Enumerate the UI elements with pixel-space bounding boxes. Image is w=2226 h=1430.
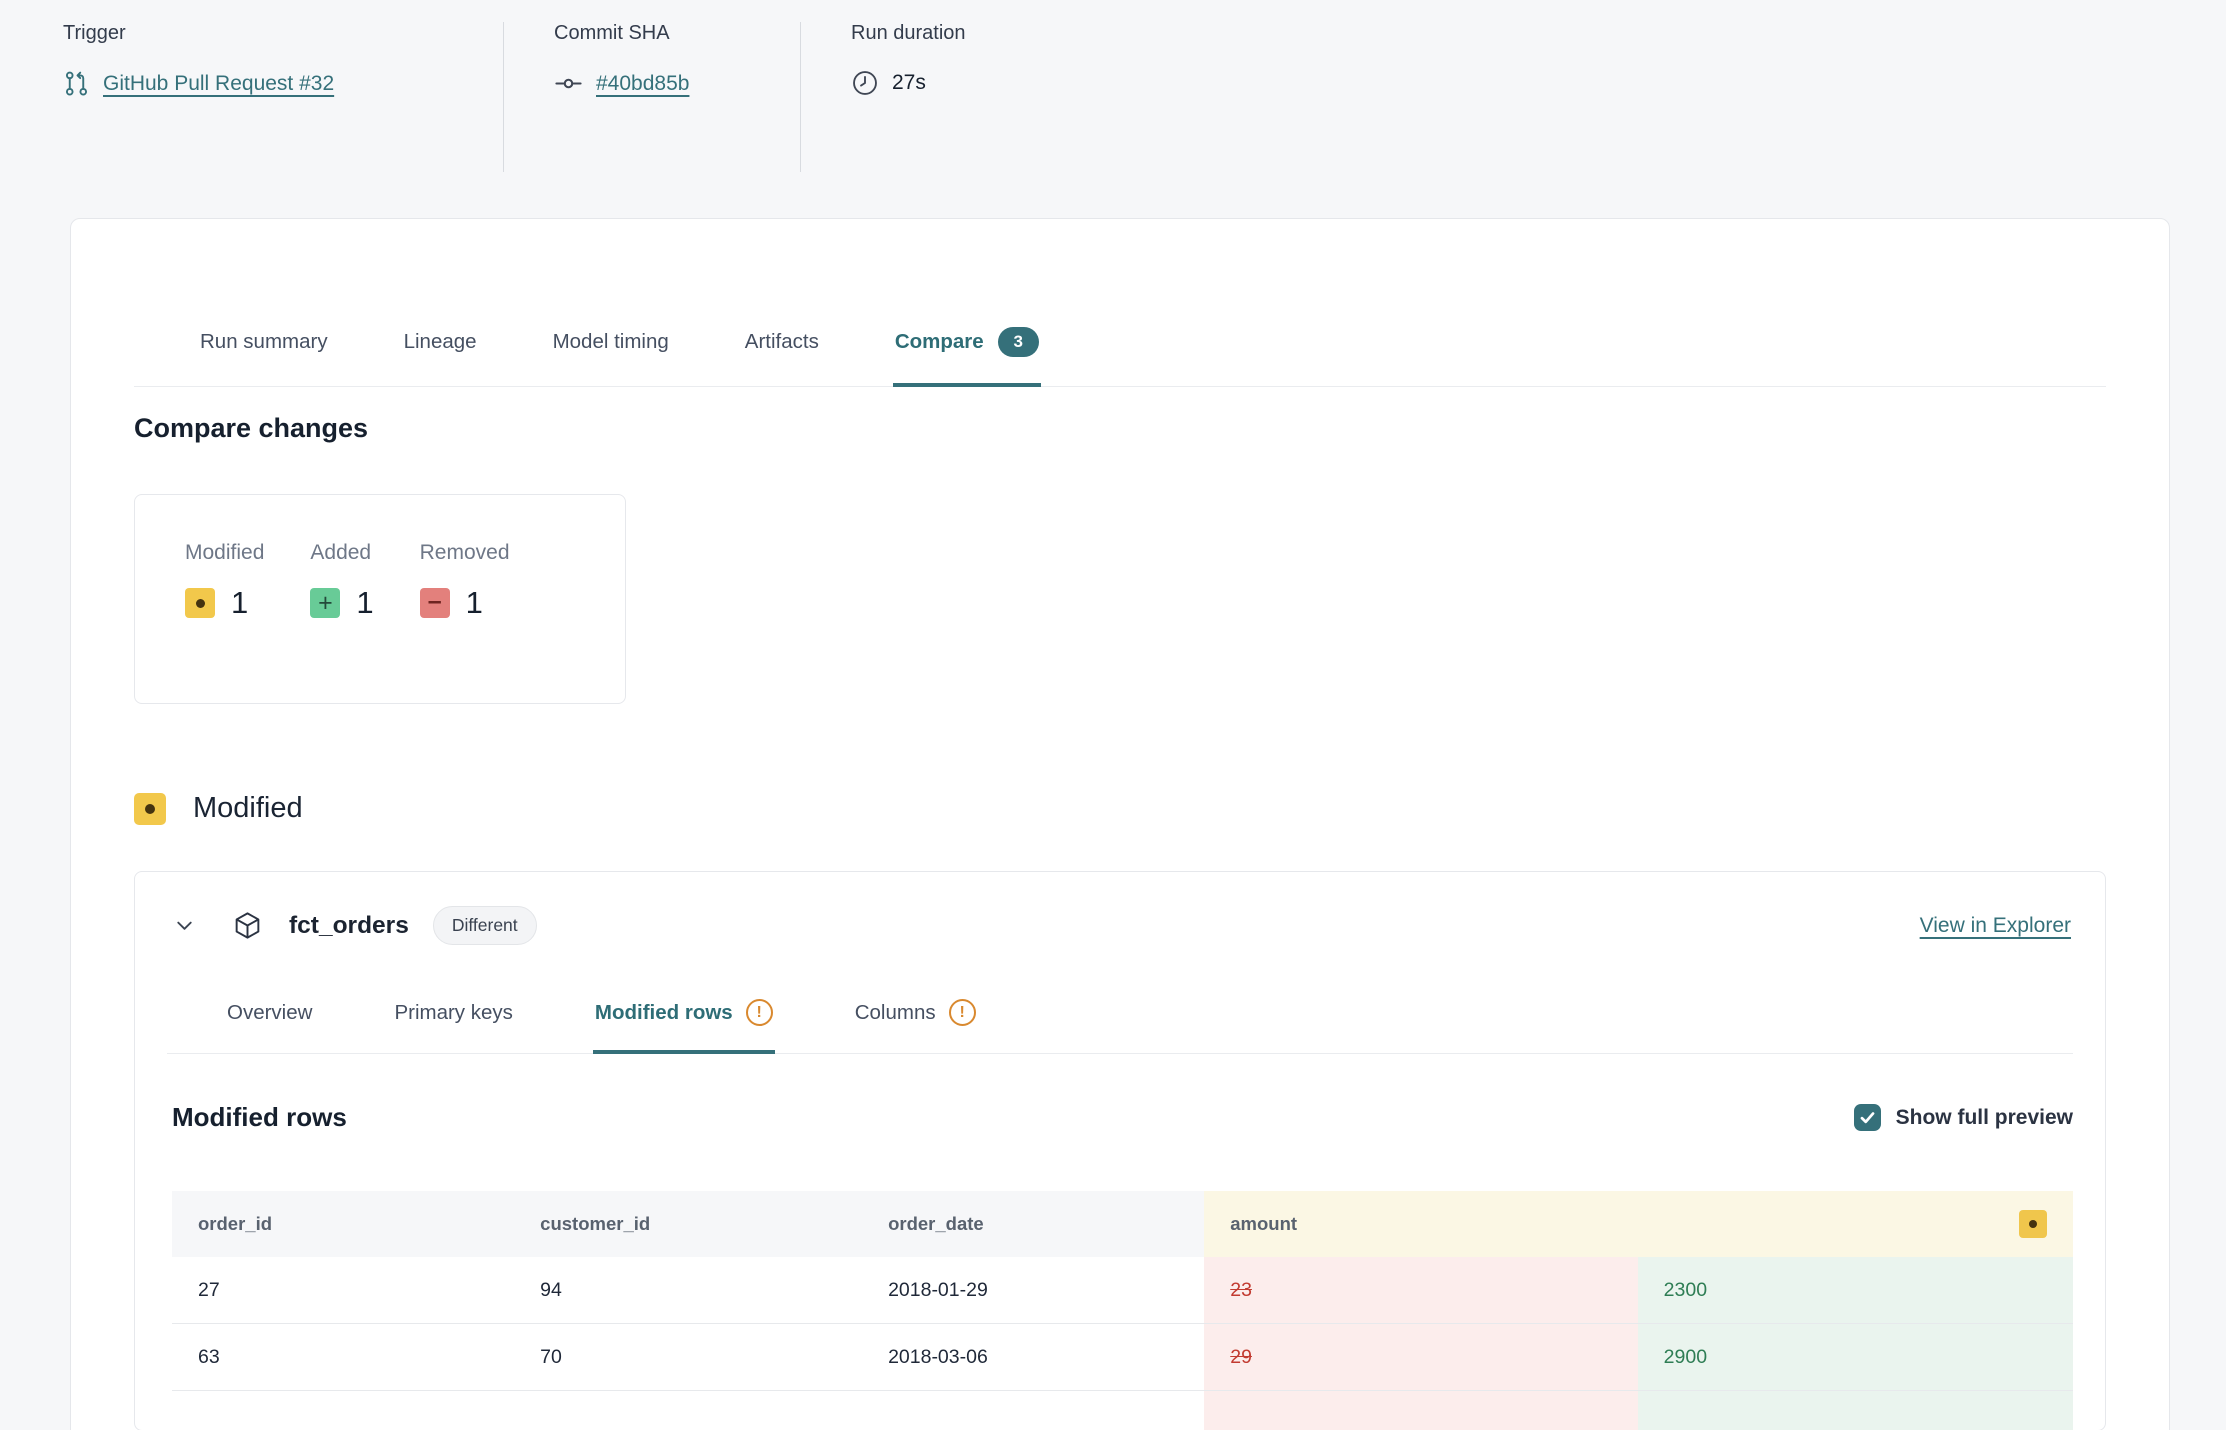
table-cell: 70 [514,1324,862,1391]
table-cell-old-value [1204,1391,1637,1430]
stat-modified: Modified 1 [185,541,264,703]
table-cell-new-value: 2300 [1638,1257,2073,1324]
compare-count-badge: 3 [998,327,1039,357]
stat-removed: Removed – 1 [420,541,510,703]
compare-changes-title: Compare changes [134,413,2106,444]
model-cube-icon [232,910,263,941]
compare-summary-card: Modified 1 Added + 1 Removed – 1 [134,494,626,704]
table-cell [172,1391,514,1430]
trigger-label: Trigger [63,22,455,45]
modified-rows-title: Modified rows [172,1102,347,1133]
modified-icon [185,588,215,618]
table-cell-new-value [1638,1391,2073,1430]
warning-icon: ! [949,999,976,1026]
modified-rows-table: order_id customer_id order_date amount 2… [172,1191,2073,1430]
pull-request-icon [63,69,90,98]
duration-label: Run duration [851,22,966,45]
status-badge: Different [433,906,537,945]
tab-modified-rows[interactable]: Modified rows ! [593,989,775,1054]
duration-value: 27s [892,71,926,95]
modified-section-heading: Modified [134,792,2106,825]
duration-section: Run duration 27s [800,22,1014,172]
tab-artifacts[interactable]: Artifacts [743,315,821,387]
model-tabs: Overview Primary keys Modified rows ! Co… [167,989,2073,1054]
table-cell: 27 [172,1257,514,1324]
model-card-fct-orders: fct_orders Different View in Explorer Ov… [134,871,2106,1430]
chevron-down-icon[interactable] [173,914,196,937]
show-full-preview-label: Show full preview [1896,1106,2073,1130]
col-header-amount: amount [1204,1191,2073,1257]
table-cell-old-value: 23 [1204,1257,1637,1324]
trigger-link[interactable]: GitHub Pull Request #32 [103,72,334,96]
tab-compare[interactable]: Compare 3 [893,315,1041,387]
table-cell: 2018-03-06 [862,1324,1204,1391]
tab-overview[interactable]: Overview [225,989,314,1054]
tab-primary-keys[interactable]: Primary keys [392,989,514,1054]
run-tabs: Run summary Lineage Model timing Artifac… [134,315,2106,387]
col-header-order-id: order_id [172,1191,514,1257]
table-cell: 94 [514,1257,862,1324]
tab-lineage[interactable]: Lineage [402,315,479,387]
modified-icon [134,793,166,825]
model-card-header: fct_orders Different View in Explorer [135,872,2105,945]
model-name: fct_orders [289,912,409,940]
tab-columns[interactable]: Columns ! [853,989,978,1054]
modified-column-icon [2019,1210,2047,1238]
show-full-preview-toggle[interactable]: Show full preview [1854,1104,2073,1131]
table-cell-new-value: 2900 [1638,1324,2073,1391]
run-detail-card: Run summary Lineage Model timing Artifac… [70,218,2170,1430]
commit-sha-link[interactable]: #40bd85b [596,72,689,96]
removed-icon: – [420,588,450,618]
table-cell [862,1391,1204,1430]
tab-model-timing[interactable]: Model timing [551,315,671,387]
table-cell [514,1391,862,1430]
commit-section: Commit SHA #40bd85b [503,22,800,172]
table-cell-old-value: 29 [1204,1324,1637,1391]
col-header-order-date: order_date [862,1191,1204,1257]
checkbox-checked-icon[interactable] [1854,1104,1881,1131]
table-cell: 2018-01-29 [862,1257,1204,1324]
modified-rows-panel: Modified rows Show full preview order_id… [135,1054,2105,1430]
commit-label: Commit SHA [554,22,752,45]
col-header-customer-id: customer_id [514,1191,862,1257]
clock-icon [851,69,879,97]
commit-icon [554,69,583,98]
trigger-section: Trigger GitHub Pull Request #32 [63,22,503,172]
run-header: Trigger GitHub Pull Request #32 Commit S… [0,0,2226,172]
warning-icon: ! [746,999,773,1026]
tab-run-summary[interactable]: Run summary [198,315,330,387]
added-icon: + [310,588,340,618]
view-in-explorer-link[interactable]: View in Explorer [1920,914,2071,938]
table-cell: 63 [172,1324,514,1391]
stat-added: Added + 1 [310,541,373,703]
